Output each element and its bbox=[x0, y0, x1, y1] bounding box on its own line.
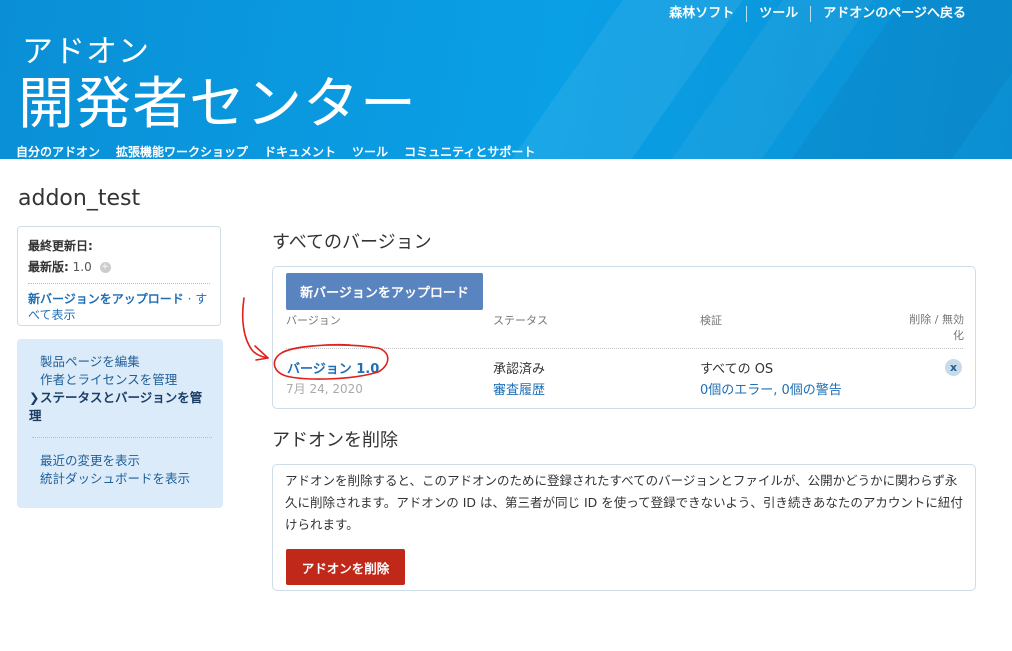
top-link-user[interactable]: 森林ソフト bbox=[657, 6, 748, 22]
version-link[interactable]: バージョン 1.0 bbox=[287, 358, 379, 377]
addon-info-box: 最終更新日: 最新版: 1.0 + 新バージョンをアップロード · すべて表示 bbox=[17, 226, 221, 326]
chevron-right-icon: ❯ bbox=[29, 390, 40, 405]
sidebar-item-status-versions[interactable]: ❯ステータスとバージョンを管理 bbox=[29, 389, 213, 425]
link-separator: · bbox=[183, 292, 196, 306]
annotation-arrow bbox=[241, 297, 269, 359]
site-header: 森林ソフト ツール アドオンのページへ戻る アドオン 開発者センター 自分のアド… bbox=[0, 0, 1012, 159]
top-link-tools[interactable]: ツール bbox=[747, 6, 812, 22]
review-history-link[interactable]: 審査履歴 bbox=[493, 379, 545, 398]
table-divider bbox=[286, 348, 963, 349]
nav-extension-workshop[interactable]: 拡張機能ワークショップ bbox=[116, 143, 248, 159]
delete-addon-heading: アドオンを削除 bbox=[272, 430, 398, 451]
upload-new-version-link[interactable]: 新バージョンをアップロード bbox=[28, 292, 184, 306]
delete-addon-description: アドオンを削除すると、このアドオンのために登録されたすべてのバージョンとファイル… bbox=[285, 473, 963, 532]
main-nav: 自分のアドオン 拡張機能ワークショップ ドキュメント ツール コミュニティとサポ… bbox=[16, 143, 551, 159]
annotation-arrow-head bbox=[254, 345, 269, 361]
column-header-version: バージョン bbox=[286, 314, 341, 327]
upload-new-version-button[interactable]: 新バージョンをアップロード bbox=[286, 273, 483, 310]
sidebar-item-manage-authors[interactable]: 作者とライセンスを管理 bbox=[40, 371, 213, 389]
column-header-delete-disable: 削除 / 無効化 bbox=[909, 313, 964, 342]
top-link-back-to-addons[interactable]: アドオンのページへ戻る bbox=[811, 6, 966, 22]
column-header-validation: 検証 bbox=[700, 314, 722, 327]
latest-version-label: 最新版: bbox=[28, 260, 69, 274]
divider bbox=[28, 283, 210, 284]
sidebar-item-edit-listing[interactable]: 製品ページを編集 bbox=[40, 353, 213, 371]
version-date: 7月 24, 2020 bbox=[286, 382, 363, 396]
top-links: 森林ソフト ツール アドオンのページへ戻る bbox=[657, 6, 966, 22]
brand-title[interactable]: 開発者センター bbox=[18, 59, 417, 140]
column-header-status: ステータス bbox=[493, 314, 548, 327]
nav-community-support[interactable]: コミュニティとサポート bbox=[404, 143, 535, 159]
nav-my-addons[interactable]: 自分のアドオン bbox=[16, 143, 100, 159]
delete-addon-button[interactable]: アドオンを削除 bbox=[286, 549, 405, 585]
sidebar-item-recent-changes[interactable]: 最近の変更を表示 bbox=[40, 452, 213, 470]
version-status: 承認済み bbox=[493, 362, 546, 377]
plus-icon[interactable]: + bbox=[99, 262, 111, 273]
version-platform: すべての OS bbox=[700, 362, 774, 377]
sidebar-item-label: ステータスとバージョンを管理 bbox=[29, 390, 203, 423]
sidebar-nav: 製品ページを編集 作者とライセンスを管理 ❯ステータスとバージョンを管理 最近の… bbox=[17, 339, 223, 508]
versions-heading: すべてのバージョン bbox=[272, 232, 432, 253]
validation-results-link[interactable]: 0個のエラー, 0個の警告 bbox=[700, 379, 842, 398]
nav-documentation[interactable]: ドキュメント bbox=[264, 143, 336, 159]
delete-version-icon[interactable]: x bbox=[945, 359, 962, 376]
last-updated-label: 最終更新日: bbox=[28, 239, 93, 253]
latest-version-value: 1.0 bbox=[72, 260, 92, 274]
sidebar-item-stats-dashboard[interactable]: 統計ダッシュボードを表示 bbox=[40, 470, 213, 488]
page-title: addon_test bbox=[18, 186, 141, 211]
divider bbox=[32, 437, 212, 438]
nav-tools[interactable]: ツール bbox=[352, 143, 388, 159]
